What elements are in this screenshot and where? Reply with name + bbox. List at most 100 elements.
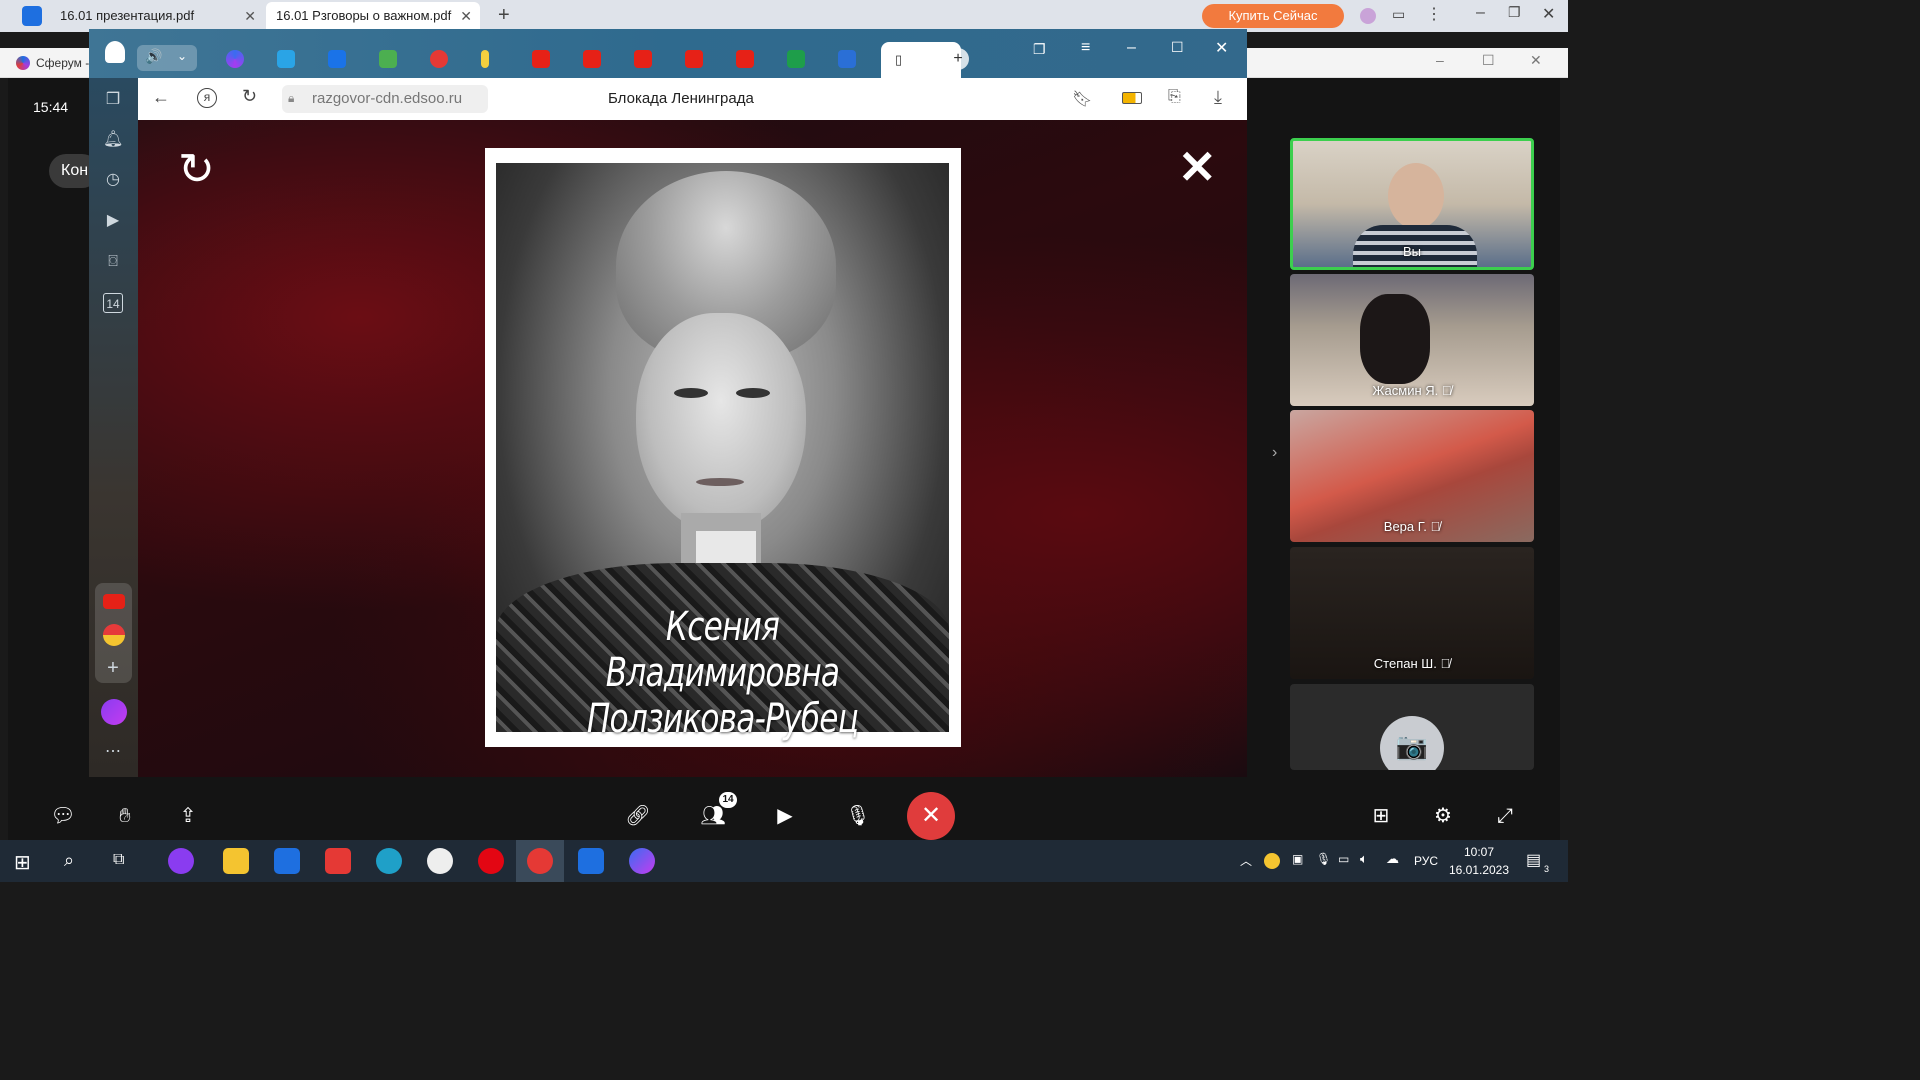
yandex-taskbar-icon[interactable] <box>325 848 351 874</box>
audio-tab-button[interactable]: 🔊 ⌄ <box>137 45 197 71</box>
yandex-browser-icon[interactable] <box>527 848 553 874</box>
vk-tab-icon[interactable] <box>328 50 346 68</box>
close-icon[interactable]: ✕ <box>1530 52 1542 69</box>
chat-icon[interactable]: ▭ <box>1392 6 1405 23</box>
screenshot-icon[interactable]: ⌼ <box>103 252 123 272</box>
sferum-taskbar-icon[interactable] <box>629 848 655 874</box>
notifications-icon[interactable]: ▤ <box>1526 850 1541 870</box>
video-icon[interactable]: ▶ <box>103 211 123 231</box>
document-icon: ▯ <box>895 52 903 67</box>
minimize-icon[interactable]: – <box>1436 52 1444 68</box>
microphone-icon[interactable]: 🎙︎ <box>841 800 875 832</box>
mail-tab-icon[interactable] <box>838 50 856 68</box>
new-tab-button[interactable]: + <box>947 48 969 70</box>
participant-tile[interactable]: Жасмин Я. 🎙̸ <box>1290 274 1534 406</box>
menu-icon[interactable]: ≡ <box>1081 39 1090 57</box>
reload-icon[interactable]: ↻ <box>242 86 257 107</box>
tab-icon[interactable] <box>379 50 397 68</box>
app-icon[interactable] <box>427 848 453 874</box>
youtube-tab-icon[interactable] <box>583 50 601 68</box>
collections-icon[interactable]: ❐ <box>1033 41 1046 58</box>
replay-icon[interactable]: ↻ <box>178 148 215 192</box>
alice-tab-icon[interactable] <box>226 50 244 68</box>
settings-gear-icon[interactable]: ⚙ <box>1426 800 1460 832</box>
chevron-up-icon[interactable]: ︿ <box>1240 852 1252 869</box>
close-icon[interactable]: ✕ <box>460 2 472 30</box>
mail-icon[interactable] <box>274 848 300 874</box>
new-tab-button[interactable]: + <box>498 4 510 27</box>
tray-icon[interactable]: ▣ <box>1292 852 1303 866</box>
pdf-app-icon[interactable] <box>578 848 604 874</box>
more-icon[interactable]: ⋮ <box>1426 4 1442 24</box>
minimize-icon[interactable]: – <box>1127 39 1136 57</box>
download-icon[interactable]: ⤓ <box>1214 87 1222 108</box>
buy-now-button[interactable]: Купить Сейчас <box>1202 4 1344 28</box>
pdf-tab-2[interactable]: 16.01 Рзговоры о важном.pdf ✕ <box>266 2 480 30</box>
youtube-tab-icon[interactable] <box>736 50 754 68</box>
participant-tile[interactable]: Степан Ш. 🎙̸ <box>1290 547 1534 679</box>
speaker-icon: 🔊 <box>145 48 163 64</box>
back-icon[interactable]: ← <box>152 87 170 108</box>
explorer-icon[interactable] <box>223 848 249 874</box>
task-view-icon[interactable]: ⧉ <box>113 851 124 869</box>
more-icon[interactable]: ⋯ <box>103 742 123 762</box>
add-icon[interactable]: + <box>103 658 123 678</box>
history-icon[interactable]: ◷ <box>103 170 123 190</box>
taskbar-time[interactable]: 10:07 <box>1451 845 1507 859</box>
battery-icon[interactable] <box>1122 92 1142 104</box>
opera-icon[interactable] <box>478 848 504 874</box>
tab-icon[interactable] <box>481 50 489 68</box>
close-icon[interactable]: ✕ <box>1178 144 1217 190</box>
taskbar-date[interactable]: 16.01.2023 <box>1446 863 1512 877</box>
grid-layout-icon[interactable]: ⊞ <box>1364 800 1398 832</box>
participant-tile-self[interactable]: Вы <box>1290 138 1534 270</box>
microphone-tray-icon[interactable]: 🎙︎ <box>1316 852 1331 866</box>
close-icon[interactable]: ✕ <box>244 2 256 30</box>
close-icon[interactable]: ✕ <box>1215 38 1228 58</box>
maximize-icon[interactable]: ❐ <box>1508 4 1521 21</box>
url-field[interactable]: 🔒︎ razgovor-cdn.edsoo.ru <box>282 85 488 113</box>
link-icon[interactable]: 🔗︎ <box>621 800 655 832</box>
avatar[interactable] <box>1360 8 1376 24</box>
maximize-icon[interactable]: ☐ <box>1171 39 1184 56</box>
bell-icon[interactable]: 🔔︎ <box>103 130 123 150</box>
camera-icon[interactable]: ▶ <box>768 800 802 832</box>
portrait-caption: Ксения Владимировна Ползикова-Рубец <box>546 604 899 742</box>
tab-icon[interactable] <box>277 50 295 68</box>
yandex-icon[interactable]: я <box>197 88 217 108</box>
end-call-button[interactable]: ✕ <box>907 792 955 840</box>
youtube-tab-icon[interactable] <box>685 50 703 68</box>
fullscreen-icon[interactable]: ⤢ <box>1488 800 1522 832</box>
edge-icon[interactable] <box>376 848 402 874</box>
share-screen-icon[interactable]: ⇪ <box>171 800 205 832</box>
chat-icon[interactable]: 💬︎ <box>46 800 80 832</box>
raise-hand-icon[interactable]: ✋︎ <box>108 800 142 832</box>
youtube-tab-icon[interactable] <box>634 50 652 68</box>
youtube-tab-icon[interactable] <box>532 50 550 68</box>
alice-taskbar-icon[interactable] <box>168 848 194 874</box>
market-icon[interactable] <box>103 624 125 646</box>
minimize-icon[interactable]: – <box>1476 4 1485 22</box>
close-icon[interactable]: ✕ <box>1542 4 1555 24</box>
maximize-icon[interactable]: ☐ <box>1482 52 1495 69</box>
tray-app-icon[interactable] <box>1264 853 1280 869</box>
language-indicator[interactable]: РУС <box>1414 854 1438 868</box>
volume-icon[interactable]: 🔈︎ <box>1360 851 1368 867</box>
alice-icon[interactable] <box>101 699 127 725</box>
calendar-icon[interactable]: 14 <box>103 293 123 313</box>
search-icon[interactable]: ⌕ <box>64 850 74 871</box>
clipboard-icon[interactable]: ⎘ <box>1168 88 1181 106</box>
youtube-icon[interactable] <box>103 594 125 609</box>
cloud-icon[interactable]: ☁ <box>1386 851 1399 867</box>
chevron-right-icon[interactable]: › <box>1272 444 1277 462</box>
tabs-icon[interactable]: ❒ <box>103 90 123 110</box>
participant-tile[interactable]: Вера Г. 🎙̸ <box>1290 410 1534 542</box>
tab-icon[interactable] <box>787 50 805 68</box>
pdf-tab-1[interactable]: 16.01 презентация.pdf ✕ <box>50 2 264 30</box>
profile-icon[interactable] <box>105 41 125 63</box>
battery-tray-icon[interactable]: ▭ <box>1338 852 1349 866</box>
participant-tile[interactable]: 📷 <box>1290 684 1534 770</box>
yandex-tab-icon[interactable] <box>430 50 448 68</box>
windows-start-icon[interactable]: ⊞ <box>14 850 31 875</box>
bookmark-icon[interactable]: 🔖︎ <box>1072 89 1092 109</box>
